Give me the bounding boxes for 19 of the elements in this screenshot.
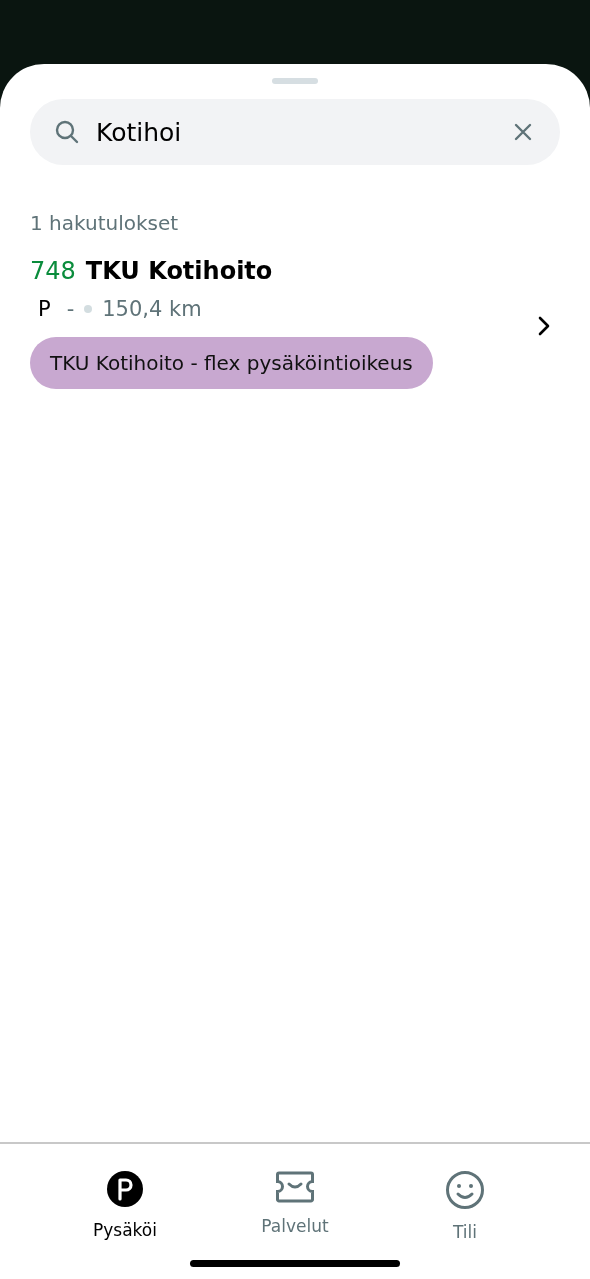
ticket-icon [275, 1170, 315, 1204]
search-field[interactable]: Kotihoi [30, 99, 560, 165]
nav-tab[interactable]: Palvelut [235, 1170, 355, 1242]
results-count: 1 hakutulokset [30, 211, 180, 235]
nav-tab[interactable]: Tili [405, 1170, 525, 1242]
chevron-right-icon [538, 316, 550, 336]
price-text: - [66, 297, 75, 321]
drag-handle[interactable] [272, 78, 318, 84]
nav-tab[interactable]: Pysäköi [65, 1170, 185, 1242]
close-icon[interactable] [514, 123, 532, 141]
location-number: 748 [30, 257, 76, 285]
location-name: TKU Kotihoito [85, 257, 273, 285]
permit-tag: TKU Kotihoito - flex pysäköintioikeus [30, 337, 433, 389]
dot-icon [84, 305, 93, 313]
smiley-icon [445, 1170, 485, 1210]
parking-icon [106, 1170, 144, 1208]
result-item[interactable]: 748 TKU Kotihoito P - 150,4 km TKU Kotihoito - flex pysäköintioikeus [0, 257, 590, 389]
distance-text: 150,4 km [102, 297, 202, 321]
type-letter: P [38, 297, 51, 321]
